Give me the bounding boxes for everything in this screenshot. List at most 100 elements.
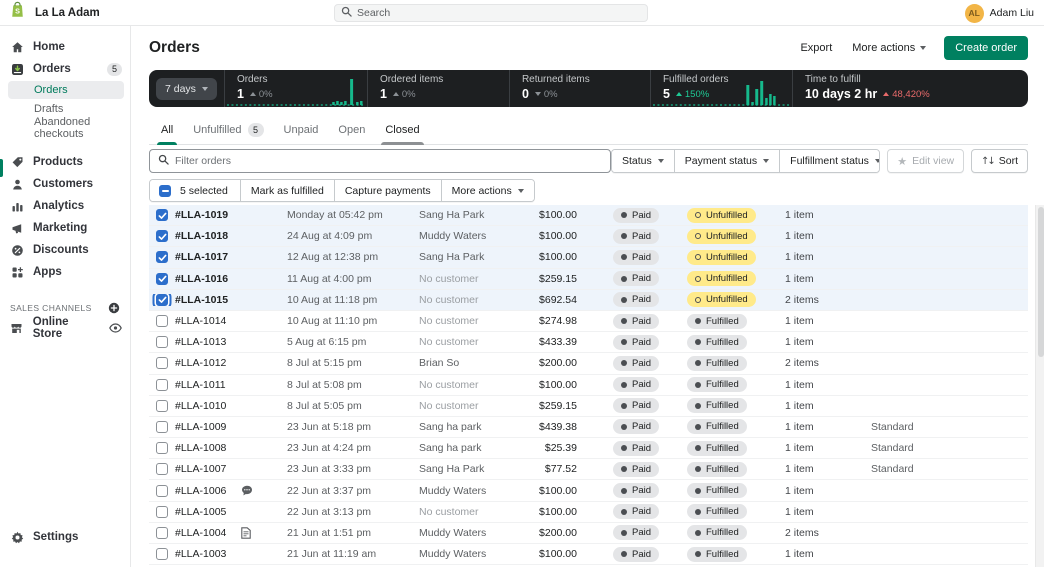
filter-orders-search[interactable] bbox=[149, 149, 611, 173]
global-search[interactable] bbox=[334, 4, 648, 22]
global-search-input[interactable] bbox=[357, 7, 641, 19]
create-order-button[interactable]: Create order bbox=[944, 36, 1028, 60]
table-scrollbar[interactable] bbox=[1035, 205, 1044, 567]
sidebar-item-orders[interactable]: Orders 5 bbox=[0, 58, 130, 80]
sidebar-item-settings[interactable]: Settings bbox=[0, 526, 130, 548]
sidebar-item-products[interactable]: Products bbox=[0, 151, 130, 173]
sidebar-item-customers[interactable]: Customers bbox=[0, 173, 130, 195]
sidebar-item-online-store[interactable]: Online Store bbox=[0, 316, 130, 340]
payment-status-filter-button[interactable]: Payment status bbox=[673, 150, 780, 172]
table-row[interactable]: #LLA-1016 11 Aug at 4:00 pm No customer … bbox=[149, 268, 1028, 290]
table-row[interactable]: #LLA-1007 23 Jun at 3:33 pm Sang Ha Park… bbox=[149, 459, 1028, 481]
metric-fulfilled-orders[interactable]: Fulfilled orders 5 150% bbox=[649, 70, 792, 107]
fulfillment-dot-icon bbox=[695, 551, 701, 558]
order-id-link[interactable]: #LLA-1014 bbox=[175, 315, 241, 327]
table-row[interactable]: #LLA-1010 8 Jul at 5:05 pm No customer $… bbox=[149, 395, 1028, 417]
order-items-count: 1 item bbox=[785, 463, 814, 476]
order-id-link[interactable]: #LLA-1007 bbox=[175, 463, 241, 475]
sort-button[interactable]: ↑↓ Sort bbox=[970, 149, 1029, 173]
order-id-link[interactable]: #LLA-1011 bbox=[175, 379, 241, 391]
filter-orders-input[interactable] bbox=[175, 155, 602, 167]
row-checkbox[interactable] bbox=[156, 484, 168, 497]
metric-time-to-fulfill[interactable]: Time to fulfill 10 days 2 hr 48,420% bbox=[791, 70, 1028, 107]
row-checkbox[interactable] bbox=[156, 505, 168, 518]
order-id-link[interactable]: #LLA-1010 bbox=[175, 400, 241, 412]
tab-unfulfilled[interactable]: Unfulfilled 5 bbox=[185, 115, 271, 144]
mark-as-fulfilled-button[interactable]: Mark as fulfilled bbox=[239, 180, 334, 201]
row-checkbox[interactable] bbox=[156, 315, 168, 328]
sidebar-subitem-abandoned-checkouts[interactable]: Abandoned checkouts bbox=[8, 116, 124, 140]
table-row[interactable]: #LLA-1018 24 Aug at 4:09 pm Muddy Waters… bbox=[149, 226, 1028, 248]
table-row[interactable]: #LLA-1005 22 Jun at 3:13 pm No customer … bbox=[149, 501, 1028, 523]
order-id-link[interactable]: #LLA-1006 bbox=[175, 485, 241, 497]
table-row[interactable]: #LLA-1019 Monday at 05:42 pm Sang Ha Par… bbox=[149, 205, 1028, 227]
sidebar-item-marketing[interactable]: Marketing bbox=[0, 217, 130, 239]
scrollbar-thumb[interactable] bbox=[1037, 207, 1044, 357]
table-row[interactable]: #LLA-1012 8 Jul at 5:15 pm Brian So $200… bbox=[149, 353, 1028, 375]
row-checkbox[interactable] bbox=[156, 399, 168, 412]
row-checkbox[interactable] bbox=[156, 442, 168, 455]
row-checkbox[interactable] bbox=[156, 230, 168, 243]
row-checkbox[interactable] bbox=[156, 463, 168, 476]
storefront-icon bbox=[10, 322, 24, 335]
table-row[interactable]: #LLA-1006 22 Jun at 3:37 pm Muddy Waters… bbox=[149, 480, 1028, 502]
order-id-link[interactable]: #LLA-1008 bbox=[175, 442, 241, 454]
sidebar-subitem-orders[interactable]: Orders bbox=[8, 81, 124, 99]
order-id-link[interactable]: #LLA-1016 bbox=[175, 273, 241, 285]
row-checkbox[interactable] bbox=[156, 548, 168, 561]
row-checkbox[interactable] bbox=[156, 293, 168, 306]
order-id-link[interactable]: #LLA-1004 bbox=[175, 527, 241, 539]
table-row[interactable]: #LLA-1011 8 Jul at 5:08 pm No customer $… bbox=[149, 374, 1028, 396]
store-brand[interactable]: S La La Adam bbox=[0, 1, 131, 24]
view-store-eye-icon[interactable] bbox=[109, 323, 122, 333]
fulfillment-status-filter-button[interactable]: Fulfillment status bbox=[779, 150, 880, 172]
row-checkbox[interactable] bbox=[156, 272, 168, 285]
order-id-link[interactable]: #LLA-1009 bbox=[175, 421, 241, 433]
add-sales-channel-icon[interactable] bbox=[108, 302, 120, 314]
row-checkbox[interactable] bbox=[156, 251, 168, 264]
table-row[interactable]: #LLA-1014 10 Aug at 11:10 pm No customer… bbox=[149, 310, 1028, 333]
order-id-link[interactable]: #LLA-1005 bbox=[175, 506, 241, 518]
more-actions-button[interactable]: More actions bbox=[844, 38, 934, 58]
row-checkbox[interactable] bbox=[156, 526, 168, 539]
export-button[interactable]: Export bbox=[792, 38, 840, 58]
sidebar-item-home[interactable]: Home bbox=[0, 36, 130, 58]
table-row[interactable]: #LLA-1004 21 Jun at 1:51 pm Muddy Waters… bbox=[149, 522, 1028, 544]
tab-closed[interactable]: Closed bbox=[377, 115, 427, 145]
capture-payments-button[interactable]: Capture payments bbox=[333, 180, 441, 201]
sidebar-item-discounts[interactable]: Discounts bbox=[0, 239, 130, 261]
paid-dot-icon bbox=[621, 233, 627, 240]
row-checkbox[interactable] bbox=[156, 378, 168, 391]
table-row[interactable]: #LLA-1009 23 Jun at 5:18 pm Sang ha park… bbox=[149, 416, 1028, 439]
tab-all[interactable]: All bbox=[153, 115, 181, 145]
row-checkbox[interactable] bbox=[156, 336, 168, 349]
order-id-link[interactable]: #LLA-1019 bbox=[175, 209, 241, 221]
row-checkbox[interactable] bbox=[156, 357, 168, 370]
table-row[interactable]: #LLA-1017 12 Aug at 12:38 pm Sang Ha Par… bbox=[149, 247, 1028, 269]
user-menu[interactable]: AL Adam Liu bbox=[964, 2, 1034, 24]
table-row[interactable]: #LLA-1013 5 Aug at 6:15 pm No customer $… bbox=[149, 332, 1028, 354]
row-checkbox[interactable] bbox=[156, 209, 168, 222]
order-id-link[interactable]: #LLA-1013 bbox=[175, 336, 241, 348]
tab-open[interactable]: Open bbox=[330, 115, 373, 144]
table-row[interactable]: #LLA-1003 21 Jun at 11:19 am Muddy Water… bbox=[149, 544, 1028, 566]
row-checkbox[interactable] bbox=[156, 420, 168, 433]
table-row[interactable]: #LLA-1008 23 Jun at 4:24 pm Sang ha park… bbox=[149, 438, 1028, 460]
bulk-more-actions-button[interactable]: More actions bbox=[440, 180, 534, 201]
order-id-link[interactable]: #LLA-1017 bbox=[175, 251, 241, 263]
edit-view-button[interactable]: ★ Edit view bbox=[887, 149, 965, 173]
order-id-link[interactable]: #LLA-1015 bbox=[175, 294, 241, 306]
select-all-checkbox[interactable] bbox=[159, 184, 171, 197]
metric-orders[interactable]: Orders 1 0% bbox=[223, 70, 367, 107]
metric-ordered-items[interactable]: Ordered items 1 0% bbox=[366, 70, 509, 107]
sidebar-item-analytics[interactable]: Analytics bbox=[0, 195, 130, 217]
order-id-link[interactable]: #LLA-1018 bbox=[175, 230, 241, 242]
sidebar-item-apps[interactable]: Apps bbox=[0, 261, 130, 283]
date-range-selector[interactable]: 7 days bbox=[156, 77, 217, 100]
order-id-link[interactable]: #LLA-1003 bbox=[175, 548, 241, 560]
status-filter-button[interactable]: Status bbox=[612, 150, 674, 172]
table-row[interactable]: #LLA-1015 10 Aug at 11:18 pm No customer… bbox=[149, 289, 1028, 311]
tab-unpaid[interactable]: Unpaid bbox=[276, 115, 327, 144]
order-id-link[interactable]: #LLA-1012 bbox=[175, 357, 241, 369]
metric-returned-items[interactable]: Returned items 0 0% bbox=[508, 70, 650, 107]
